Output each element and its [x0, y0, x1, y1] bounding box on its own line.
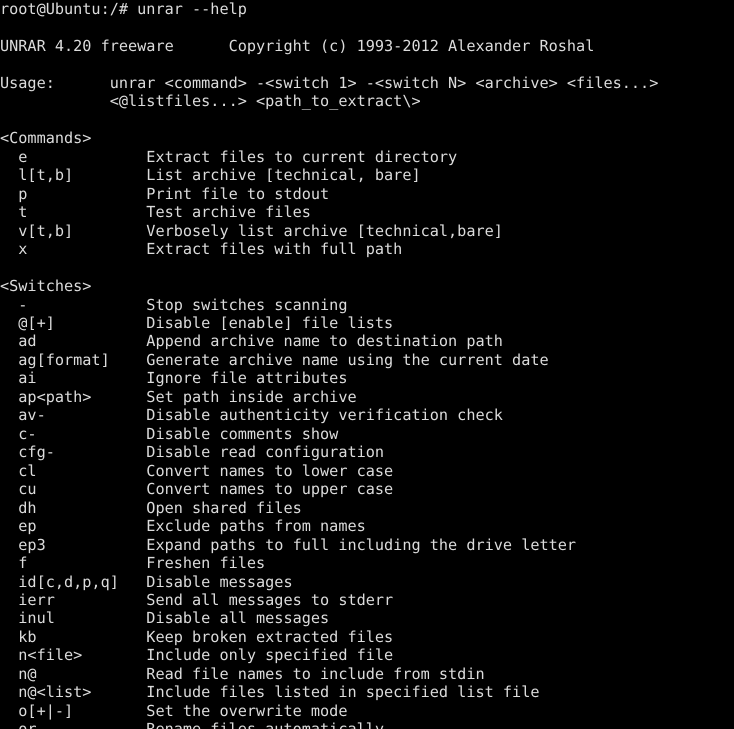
usage-line-2: <@listfiles...> <path_to_extract\>	[0, 92, 421, 111]
switch-entry-ep3: ep3 Expand paths to full including the d…	[0, 535, 577, 554]
switch-entry-o: o[+|-] Set the overwrite mode	[0, 701, 348, 720]
switch-entry-appath: ap<path> Set path inside archive	[0, 387, 357, 406]
switch-entry-av: av- Disable authenticity verification ch…	[0, 406, 503, 425]
commands-section-heading: <Commands>	[0, 129, 92, 148]
switch-entry-or: or Rename files automatically	[0, 720, 734, 729]
command-entry-p: p Print file to stdout	[0, 184, 330, 203]
command-entry-x: x Extract files with full path	[0, 240, 403, 259]
prompt-line[interactable]: root@Ubuntu:/# unrar --help	[0, 0, 734, 18]
switch-entry-dh: dh Open shared files	[0, 498, 302, 517]
switch-entry-inul: inul Disable all messages	[0, 609, 330, 628]
switches-section-heading: <Switches>	[0, 277, 92, 296]
switch-entry-agformat: ag[format] Generate archive name using t…	[0, 350, 549, 369]
switch-entry-cfg: cfg- Disable read configuration	[0, 443, 385, 462]
switch-entry-ierr: ierr Send all messages to stderr	[0, 591, 394, 609]
command-entry-e: e Extract files to current directory	[0, 147, 458, 166]
switch-entry-f: f Freshen files	[0, 554, 266, 573]
banner-line: UNRAR 4.20 freeware Copyright (c) 1993-2…	[0, 36, 595, 55]
switch-entry-ep: ep Exclude paths from names	[0, 517, 366, 536]
usage-line-1: Usage: unrar <command> -<switch 1> -<swi…	[0, 73, 659, 92]
switch-entry-n: n@ Read file names to include from stdin	[0, 664, 485, 683]
terminal-screen-output: root@Ubuntu:/# unrar --help UNRAR 4.20 f…	[0, 0, 734, 729]
command-entry-t: t Test archive files	[0, 203, 311, 222]
switch-entry-: - Stop switches scanning	[0, 295, 348, 314]
switch-entry-cu: cu Convert names to upper case	[0, 480, 394, 499]
command-entry-ltb: l[t,b] List archive [technical, bare]	[0, 166, 421, 185]
switch-entry-c: c- Disable comments show	[0, 424, 339, 443]
command-entry-vtb: v[t,b] Verbosely list archive [technical…	[0, 221, 503, 240]
switch-entry-cl: cl Convert names to lower case	[0, 461, 394, 480]
switch-entry-ai: ai Ignore file attributes	[0, 369, 348, 388]
terminal-window[interactable]: root@Ubuntu:/# unrar --help UNRAR 4.20 f…	[0, 0, 734, 729]
switch-entry-kb: kb Keep broken extracted files	[0, 627, 394, 646]
switch-entry-idcdpq: id[c,d,p,q] Disable messages	[0, 572, 293, 591]
switch-entry-nfile: n<file> Include only specified file	[0, 646, 394, 665]
switch-entry-ad: ad Append archive name to destination pa…	[0, 332, 503, 351]
switch-entry-: @[+] Disable [enable] file lists	[0, 313, 394, 332]
switch-entry-nlist: n@<list> Include files listed in specifi…	[0, 683, 540, 702]
